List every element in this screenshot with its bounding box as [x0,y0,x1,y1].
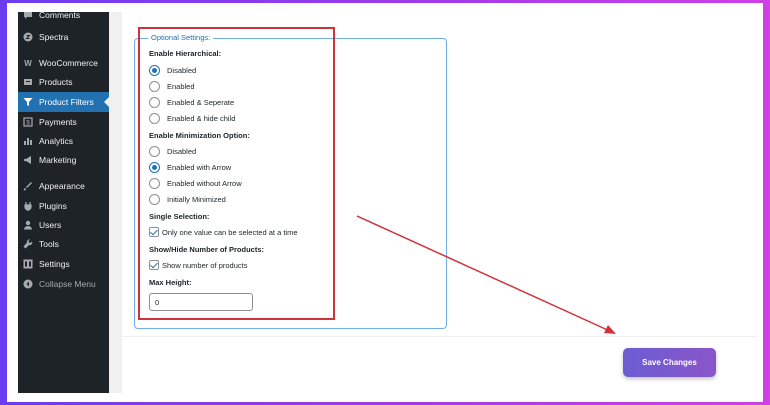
settings-icon [23,259,33,269]
sidebar-item-product-filters[interactable]: Product Filters [18,92,109,112]
sidebar-item-label: Collapse Menu [39,279,96,289]
marketing-icon [23,155,33,165]
sidebar-item-label: Marketing [39,155,77,165]
sidebar-item-settings[interactable]: Settings [18,254,109,274]
sidebar-item-spectra[interactable]: Spectra [18,27,109,47]
users-icon [23,220,33,230]
sidebar-item-users[interactable]: Users [18,215,109,235]
sidebar-item-label: Spectra [39,32,69,42]
filter-icon [23,97,33,107]
sidebar-item-label: Plugins [39,201,67,211]
appearance-icon [23,181,33,191]
sidebar-item-woocommerce[interactable]: W WooCommerce [18,53,109,73]
spectra-icon [23,32,33,42]
sidebar-item-products[interactable]: Products [18,72,109,92]
products-icon [23,77,33,87]
annotation-highlight-box [138,27,335,320]
sidebar-item-marketing[interactable]: Marketing [18,150,109,170]
sidebar-item-label: Product Filters [39,97,94,107]
sidebar-item-label: Settings [39,259,70,269]
sidebar-item-appearance[interactable]: Appearance [18,176,109,196]
sidebar-item-label: Comments [39,10,81,20]
wp-admin: Comments Spectra W WooCommerce Products [18,10,758,393]
collapse-menu-button[interactable]: Collapse Menu [18,274,109,294]
sidebar-item-label: Analytics [39,136,74,146]
plugins-icon [23,201,33,211]
sidebar-item-comments[interactable]: Comments [18,6,109,25]
woocommerce-icon: W [24,58,32,68]
settings-card: Optional Settings: Enable Hierarchical: … [122,12,758,393]
sidebar-item-label: WooCommerce [39,58,98,68]
sidebar-item-label: Products [39,77,73,87]
screenshot-frame: Comments Spectra W WooCommerce Products [7,3,763,402]
sidebar-item-label: Tools [39,239,59,249]
sidebar-item-label: Appearance [39,181,85,191]
sidebar-item-label: Payments [39,117,77,127]
divider [122,336,758,337]
payments-icon: $ [23,117,33,127]
collapse-icon [23,279,33,289]
admin-sidebar: Comments Spectra W WooCommerce Products [18,10,109,393]
save-changes-button[interactable]: Save Changes [623,348,716,377]
sidebar-item-label: Users [39,220,62,230]
comments-icon [23,10,33,20]
sidebar-item-tools[interactable]: Tools [18,234,109,254]
tools-icon [23,239,33,249]
sidebar-item-payments[interactable]: $ Payments [18,112,109,132]
analytics-icon [23,136,33,146]
sidebar-item-analytics[interactable]: Analytics [18,131,109,151]
sidebar-item-plugins[interactable]: Plugins [18,196,109,216]
